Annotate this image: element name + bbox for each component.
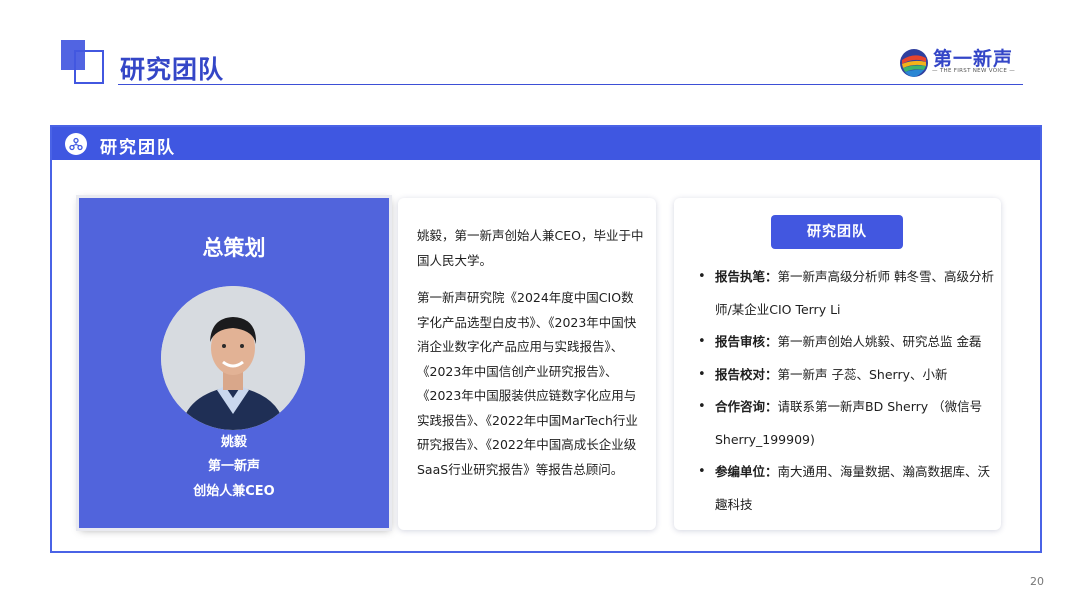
team-label-button: 研究团队 — [771, 215, 903, 249]
panel-title-bar: 研究团队 — [52, 127, 1040, 160]
profile-org: 第一新声 — [207, 459, 260, 474]
logo-text: 第一新声 — [933, 48, 1014, 70]
header-decoration-block — [61, 40, 85, 70]
team-item-writer: 报告执笔：第一新声高级分析师 韩冬雪、高级分析师/某企业CIO Terry Li — [698, 261, 994, 326]
team-item-contact: 合作咨询：请联系第一新声BD Sherry （微信号Sherry_199909) — [698, 391, 994, 456]
team-item-value: 第一新声创始人姚毅、研究总监 金磊 — [777, 334, 982, 349]
page-title: 研究团队 — [120, 55, 225, 84]
team-item-contributors: 参编单位：南大通用、海量数据、瀚高数据库、沃趣科技 — [698, 456, 994, 521]
team-item-value: 第一新声 子蕊、Sherry、小新 — [777, 366, 948, 382]
logo-mark-icon — [900, 49, 928, 77]
bio-card: 姚毅，第一新声创始人兼CEO，毕业于中国人民大学。 第一新声研究院《2024年度… — [398, 198, 656, 530]
team-item-key: 合作咨询： — [715, 399, 778, 414]
profile-name: 姚毅 — [220, 435, 247, 450]
bio-works: 第一新声研究院《2024年度中国CIO数字化产品选型白皮书》、《2023年中国快… — [417, 290, 638, 477]
logo-tagline: — THE FIRST NEW VOICE — — [932, 68, 1016, 74]
team-icon — [65, 133, 87, 155]
profile-card: 总策划 姚毅 第一新声 创始人兼CEO — [79, 198, 389, 528]
team-item-key: 报告校对： — [715, 366, 778, 382]
page-number: 20 — [1030, 575, 1044, 588]
team-item-key: 报告执笔： — [715, 269, 778, 284]
profile-role: 总策划 — [202, 236, 266, 260]
team-item-key: 参编单位： — [715, 464, 778, 479]
team-item-proofreader: 报告校对：第一新声 子蕊、Sherry、小新 — [698, 359, 994, 392]
profile-position: 创始人兼CEO — [193, 484, 275, 499]
team-card: 研究团队 报告执笔：第一新声高级分析师 韩冬雪、高级分析师/某企业CIO Ter… — [674, 198, 1001, 530]
profile-photo — [161, 286, 305, 430]
brand-logo: 第一新声 — THE FIRST NEW VOICE — — [899, 44, 1024, 80]
bio-intro: 姚毅，第一新声创始人兼CEO，毕业于中国人民大学。 — [417, 228, 644, 268]
team-list: 报告执笔：第一新声高级分析师 韩冬雪、高级分析师/某企业CIO Terry Li… — [698, 261, 994, 521]
header-divider — [118, 84, 1023, 85]
team-item-key: 报告审核： — [715, 334, 778, 349]
team-panel: 研究团队 总策划 姚毅 第一新声 创始人兼CEO 姚毅，第一新声创始人兼CEO，… — [50, 125, 1042, 553]
team-item-reviewer: 报告审核：第一新声创始人姚毅、研究总监 金磊 — [698, 326, 994, 359]
panel-title: 研究团队 — [100, 138, 176, 158]
